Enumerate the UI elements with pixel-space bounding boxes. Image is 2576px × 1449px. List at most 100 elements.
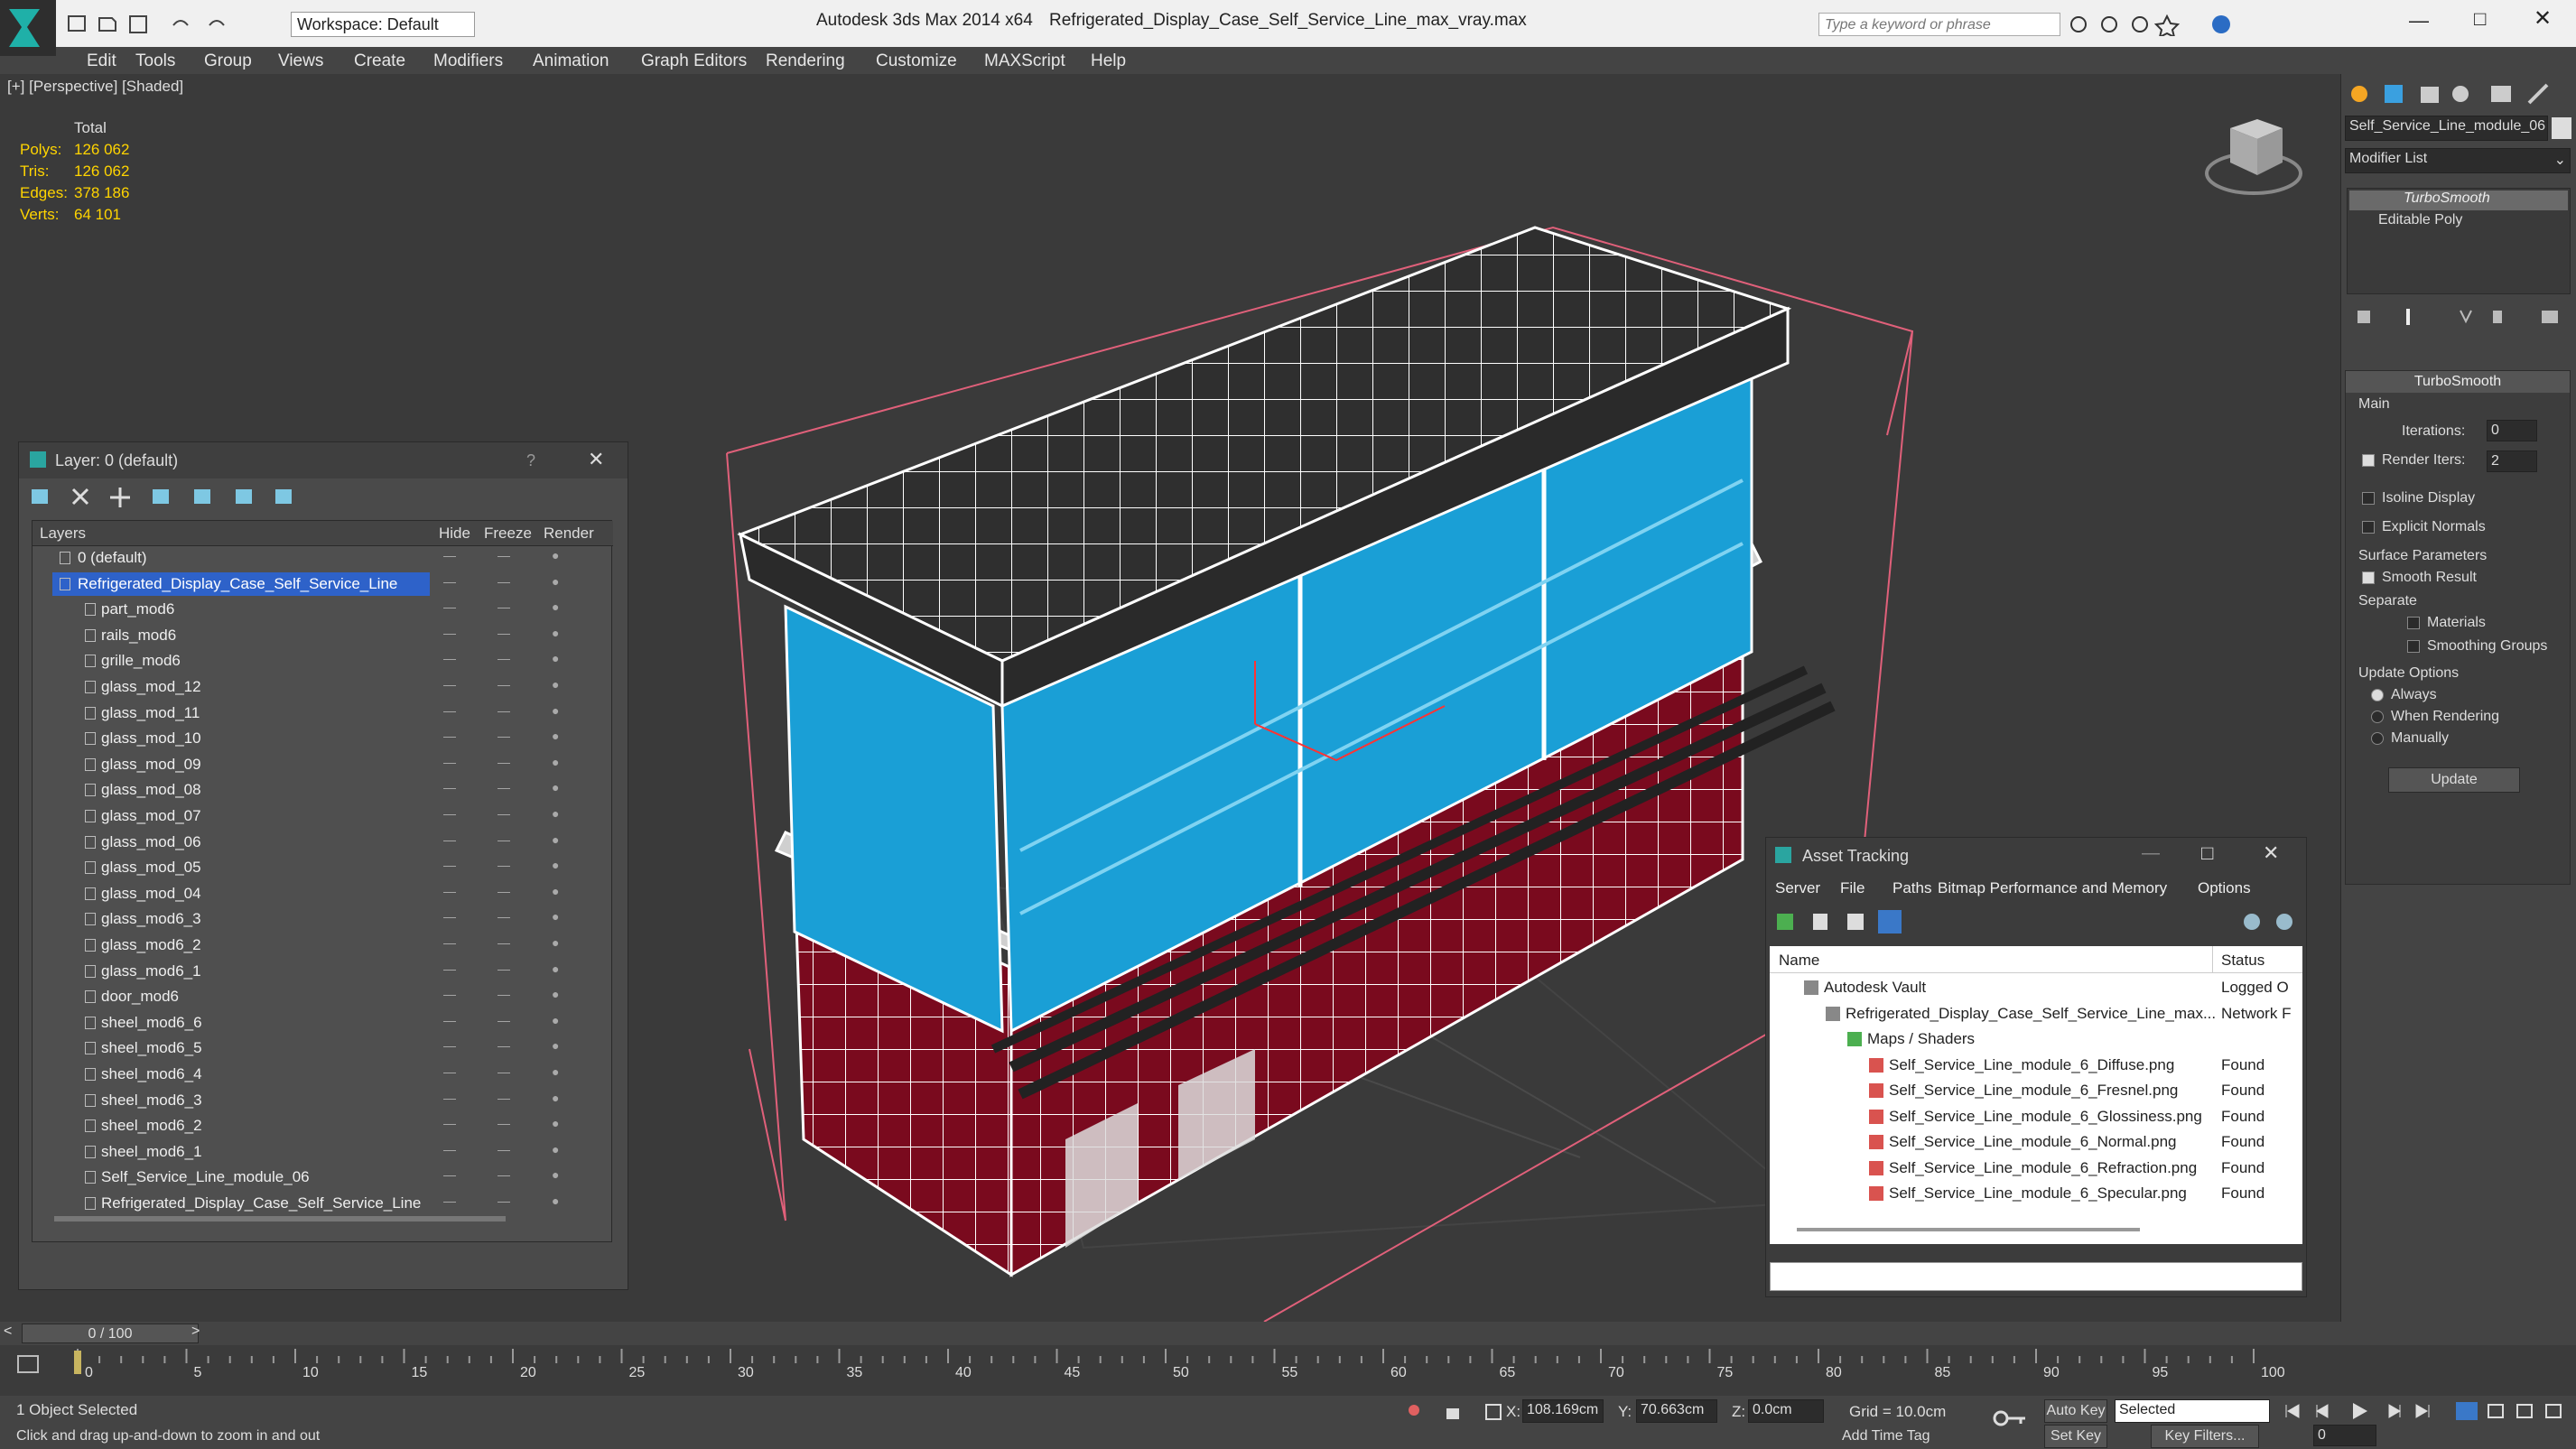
iterations-spinner[interactable]: 0 [2487,420,2537,441]
asset-scrollbar[interactable] [1797,1228,2140,1231]
render-toggle[interactable]: ● [552,806,559,821]
menu-create[interactable]: Create [354,51,405,71]
menu-graph-editors[interactable]: Graph Editors [641,51,747,71]
layer-row[interactable]: glass_mod_11 — — ● [33,701,613,727]
add-time-tag[interactable]: Add Time Tag [1842,1428,1930,1444]
hide-toggle[interactable]: — [443,1091,456,1105]
menu-tools[interactable]: Tools [135,51,175,71]
freeze-toggle[interactable]: — [498,548,510,562]
layer-row[interactable]: glass_mod_05 — — ● [33,856,613,881]
hide-toggle[interactable]: — [443,1167,456,1182]
manually-radio[interactable] [2371,732,2384,745]
menu-rendering[interactable]: Rendering [766,51,845,71]
layer-row[interactable]: sheel_mod6_6 — — ● [33,1011,613,1036]
time-slider-thumb[interactable]: 0 / 100 [22,1324,199,1343]
stack-controls[interactable] [2352,305,2569,329]
close-icon[interactable]: ✕ [2534,5,2552,32]
isoline-checkbox[interactable] [2362,492,2375,505]
viewport-label[interactable]: [+] [Perspective] [Shaded] [7,78,183,96]
render-toggle[interactable]: ● [552,1064,559,1079]
col-render[interactable]: Render [544,525,594,543]
freeze-toggle[interactable]: — [498,1116,510,1130]
freeze-toggle[interactable]: — [498,1013,510,1027]
layer-row[interactable]: Refrigerated_Display_Case_Self_Service_L… [33,571,613,598]
render-toggle[interactable]: ● [552,703,559,718]
freeze-toggle[interactable]: — [498,961,510,976]
layer-row[interactable]: door_mod6 — — ● [33,985,613,1010]
menu-maxscript[interactable]: MAXScript [984,51,1065,71]
layer-row[interactable]: Self_Service_Line_module_06 — — ● [33,1166,613,1191]
asset-row[interactable]: Autodesk Vault Logged O [1770,975,2302,1000]
freeze-toggle[interactable]: — [498,1038,510,1053]
freeze-toggle[interactable]: — [498,987,510,1001]
maximize-icon[interactable]: □ [2201,841,2213,865]
playback-controls[interactable] [2281,1399,2570,1423]
col-freeze[interactable]: Freeze [484,525,532,543]
hide-toggle[interactable]: — [443,858,456,872]
hide-toggle[interactable]: — [443,729,456,743]
col-hide[interactable]: Hide [439,525,470,543]
render-toggle[interactable]: ● [552,651,559,665]
rollout-title[interactable]: TurboSmooth [2346,371,2570,393]
render-iters-checkbox[interactable] [2362,454,2375,467]
z-coordinate-field[interactable]: 0.0cm [1748,1399,1824,1423]
hide-toggle[interactable]: — [443,909,456,924]
freeze-toggle[interactable]: — [498,858,510,872]
menu-customize[interactable]: Customize [876,51,957,71]
command-panel-tabs[interactable] [2348,78,2570,110]
layer-row[interactable]: rails_mod6 — — ● [33,624,613,649]
smooth-result-checkbox[interactable] [2362,571,2375,584]
hide-toggle[interactable]: — [443,1142,456,1156]
explicit-normals-checkbox[interactable] [2362,521,2375,534]
freeze-toggle[interactable]: — [498,651,510,665]
layer-row[interactable]: glass_mod_12 — — ● [33,675,613,701]
asset-path-field[interactable] [1770,1262,2302,1291]
hide-toggle[interactable]: — [443,626,456,640]
layer-row[interactable]: glass_mod_04 — — ● [33,882,613,907]
freeze-toggle[interactable]: — [498,806,510,821]
layer-row[interactable]: grille_mod6 — — ● [33,649,613,674]
render-toggle[interactable]: ● [552,961,559,976]
y-coordinate-field[interactable]: 70.663cm [1636,1399,1717,1423]
hide-toggle[interactable]: — [443,1013,456,1027]
time-slider[interactable]: 0 / 100 < > [0,1322,2576,1345]
x-coordinate-field[interactable]: 108.169cm [1522,1399,1604,1423]
hide-toggle[interactable]: — [443,703,456,718]
asset-menu-paths[interactable]: Paths [1892,879,1931,897]
workspace-dropdown[interactable]: Workspace: Default [291,12,475,37]
lock-icons[interactable] [1405,1401,1504,1423]
layer-row[interactable]: glass_mod_06 — — ● [33,831,613,856]
render-toggle[interactable]: ● [552,755,559,769]
freeze-toggle[interactable]: — [498,832,510,847]
asset-titlebar[interactable]: Asset Tracking — □ ✕ [1766,838,2306,874]
col-layers[interactable]: Layers [40,525,86,543]
asset-row[interactable]: Self_Service_Line_module_6_Refraction.pn… [1770,1156,2302,1181]
render-toggle[interactable]: ● [552,1167,559,1182]
freeze-toggle[interactable]: — [498,755,510,769]
freeze-toggle[interactable]: — [498,599,510,614]
col-status[interactable]: Status [2221,952,2264,970]
menu-group[interactable]: Group [204,51,252,71]
key-icon[interactable] [1992,1405,2028,1432]
object-name-field[interactable]: Self_Service_Line_module_06 [2345,116,2548,141]
render-toggle[interactable]: ● [552,1038,559,1053]
freeze-toggle[interactable]: — [498,626,510,640]
render-toggle[interactable]: ● [552,884,559,898]
prev-frame-icon[interactable]: < [4,1324,12,1340]
render-toggle[interactable]: ● [552,858,559,872]
hide-toggle[interactable]: — [443,574,456,589]
hide-toggle[interactable]: — [443,961,456,976]
close-icon[interactable]: ✕ [588,448,604,471]
render-toggle[interactable]: ● [552,1194,559,1208]
object-color-swatch[interactable] [2552,117,2571,139]
asset-menu-file[interactable]: File [1840,879,1865,897]
hide-toggle[interactable]: — [443,806,456,821]
asset-row[interactable]: Maps / Shaders [1770,1026,2302,1052]
freeze-toggle[interactable]: — [498,729,510,743]
modifier-list-dropdown[interactable]: Modifier List ⌄ [2345,148,2571,173]
modifier-stack[interactable]: TurboSmooth Editable Poly [2347,188,2571,294]
render-toggle[interactable]: ● [552,626,559,640]
freeze-toggle[interactable]: — [498,909,510,924]
asset-menu-bitmap-performance-and-memory[interactable]: Bitmap Performance and Memory [1938,879,2167,897]
layer-row[interactable]: 0 (default) — — ● [33,546,613,571]
